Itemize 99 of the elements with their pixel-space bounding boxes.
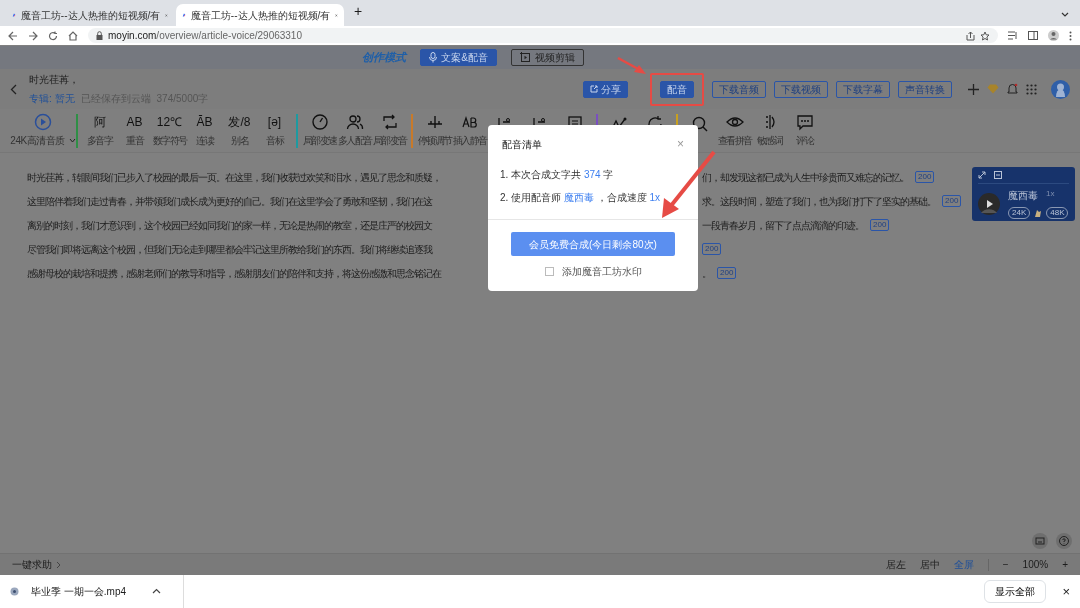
people-icon[interactable] [345, 113, 364, 131]
tool-glyph[interactable]: 阿 [93, 113, 106, 131]
close-button[interactable]: × [1062, 581, 1070, 602]
summary-line: 2. 使用配音师 魔西毒 ，合成速度 1x [500, 191, 662, 205]
tool-label[interactable]: 局部变音 [372, 133, 407, 148]
tool-label[interactable]: 别名 [231, 133, 248, 148]
tool-label[interactable]: 24K高清音质 [10, 133, 65, 148]
browser-tab[interactable]: 魔音工坊--达人热推的短视频/有 [176, 4, 344, 26]
character-count-tag: 200 [702, 243, 722, 255]
action-button[interactable]: 下载视频 [774, 80, 828, 98]
tool-label[interactable]: 音标 [266, 133, 283, 148]
checkbox[interactable] [544, 267, 554, 276]
tool-label[interactable]: 评论 [796, 133, 813, 148]
align-option[interactable]: 居中 [919, 557, 940, 572]
new-tab-button[interactable]: + [354, 1, 363, 22]
mode-tab[interactable]: 视频剪辑 [510, 49, 584, 66]
grid-icon[interactable] [1026, 83, 1037, 95]
pause-adjust-icon[interactable] [425, 113, 444, 131]
paragraph-text: 感谢母校的栽培和提携，感谢老师们的教导和指导，感谢朋友们的陪伴和支持，将这份感激和思念铭记在 [27, 266, 443, 281]
tool-label[interactable]: 多音字 [86, 133, 113, 148]
character-count-tag: 200 [870, 219, 890, 231]
show-all-button[interactable]: 显示全部 [984, 580, 1047, 603]
zoom-out-button[interactable]: − [1002, 557, 1009, 572]
reload-icon[interactable] [48, 30, 58, 41]
tool-glyph[interactable]: 发/8 [228, 113, 251, 131]
tool-label[interactable]: 插入静音 [452, 133, 487, 148]
action-button[interactable]: 下载字幕 [836, 80, 890, 98]
tool-label[interactable]: 多人配音 [337, 133, 372, 148]
submit-button[interactable]: 会员免费合成(今日剩余80次) [511, 232, 675, 256]
tool-label[interactable]: 敏感词 [756, 133, 783, 148]
zoom-level: 100% [1022, 558, 1049, 572]
action-button[interactable]: 声音转换 [898, 80, 952, 98]
paragraph-text: 。 [702, 266, 711, 281]
tool-glyph[interactable]: AB [126, 113, 143, 131]
menu-icon[interactable] [1069, 30, 1072, 41]
sidebar-icon[interactable] [1028, 31, 1038, 40]
tool-label[interactable]: 重音 [126, 133, 143, 148]
annotation-arrow [617, 56, 646, 74]
align-option[interactable]: 居左 [885, 557, 906, 572]
paragraph-text: 尽管我们即将远离这个校园，但我们无论走到哪里都会牢记这里所教给我们的东西。我们将继续追逐我 [27, 242, 434, 257]
paragraph-text: 这里陪伴着我们走过青春，并带领我们成长成为更好的自己。我们在这里学会了勇敢和坚韧，我们在这 [27, 194, 434, 209]
close-button[interactable]: × [677, 135, 684, 153]
file-icon [10, 587, 19, 596]
tab-title: 魔音工坊--达人热推的短视频/有 [20, 8, 161, 23]
chevron-up-icon[interactable] [152, 587, 161, 596]
action-button[interactable]: 配音 [660, 80, 694, 98]
share-icon[interactable] [966, 30, 975, 41]
tool-label[interactable]: 查看拼音 [717, 133, 752, 148]
checkbox-label[interactable]: 添加魔音工坊水印 [561, 264, 642, 279]
tool-label[interactable]: 停顿调节 [417, 133, 452, 148]
avatar-play-icon[interactable] [978, 192, 1000, 215]
tab-title: 魔音工坊--达人热推的短视频/有 [190, 8, 331, 23]
voice-speed: 1x [1046, 188, 1055, 200]
album-label: 专辑: 暂无 [29, 92, 75, 106]
star-icon[interactable] [980, 30, 990, 41]
microphone-icon [429, 52, 438, 63]
tool-glyph[interactable]: 12℃ [156, 113, 183, 131]
app-logo: 创作模式 [362, 50, 407, 66]
reading-list-icon[interactable] [1008, 31, 1018, 40]
action-button[interactable]: 分享 [583, 80, 628, 98]
browser-tab[interactable]: 魔音工坊--达人热推的短视频/有 [6, 4, 174, 26]
paragraph-text: 们，却发现这都已成为人生中珍贵而又难忘的记忆。 [702, 170, 909, 185]
tool-glyph[interactable]: [ə] [267, 113, 282, 131]
address-field[interactable]: moyin.com/overview/article-voice/29063310 [88, 28, 998, 43]
forward-icon[interactable] [28, 30, 38, 41]
tool-label[interactable]: 连读 [196, 133, 213, 148]
mode-tab[interactable]: 文案&配音 [420, 49, 497, 66]
profile-icon[interactable] [1048, 30, 1059, 41]
tool-label[interactable]: 数字符号 [152, 133, 187, 148]
download-filename[interactable]: 毕业季 一期一会.mp4 [31, 584, 126, 599]
back-icon[interactable] [10, 83, 17, 95]
character-count-tag: 200 [915, 171, 935, 183]
align-option[interactable]: 全屏 [953, 557, 974, 572]
back-icon[interactable] [8, 30, 18, 41]
gauge-icon[interactable] [310, 113, 329, 131]
action-button[interactable]: 下载音频 [712, 80, 766, 98]
avatar-icon[interactable] [1051, 79, 1070, 99]
chat-icon[interactable] [795, 113, 814, 131]
minimize-icon[interactable] [994, 171, 1002, 179]
lock-icon [96, 31, 103, 40]
url-text: moyin.com/overview/article-voice/29063310 [108, 29, 302, 43]
paragraph-text: 求。这段时间，塑造了我们，也为我们打下了坚实的基础。 [702, 194, 936, 209]
zoom-in-button[interactable]: + [1062, 557, 1068, 572]
summary-line: 1. 本次合成文字共 374 字 [500, 168, 615, 182]
help-icon[interactable] [1056, 533, 1072, 549]
character-count-tag: 200 [717, 267, 737, 279]
document-title: 时光荏苒， [29, 73, 80, 87]
tool-glyph[interactable]: ĀB [196, 113, 213, 131]
dialog-title: 配音清单 [502, 137, 542, 152]
plus-icon[interactable] [968, 83, 979, 95]
voice-name: 魔西毒 [1008, 189, 1038, 203]
home-icon[interactable] [68, 30, 78, 41]
bell-icon[interactable] [1007, 83, 1018, 95]
expand-icon[interactable] [978, 171, 986, 179]
video-frame-icon [519, 52, 531, 63]
swap-icon[interactable] [380, 113, 399, 131]
tool-label[interactable]: 局部变速 [302, 133, 337, 148]
character-count-tag: 200 [942, 195, 962, 207]
external-link-icon [590, 85, 598, 93]
